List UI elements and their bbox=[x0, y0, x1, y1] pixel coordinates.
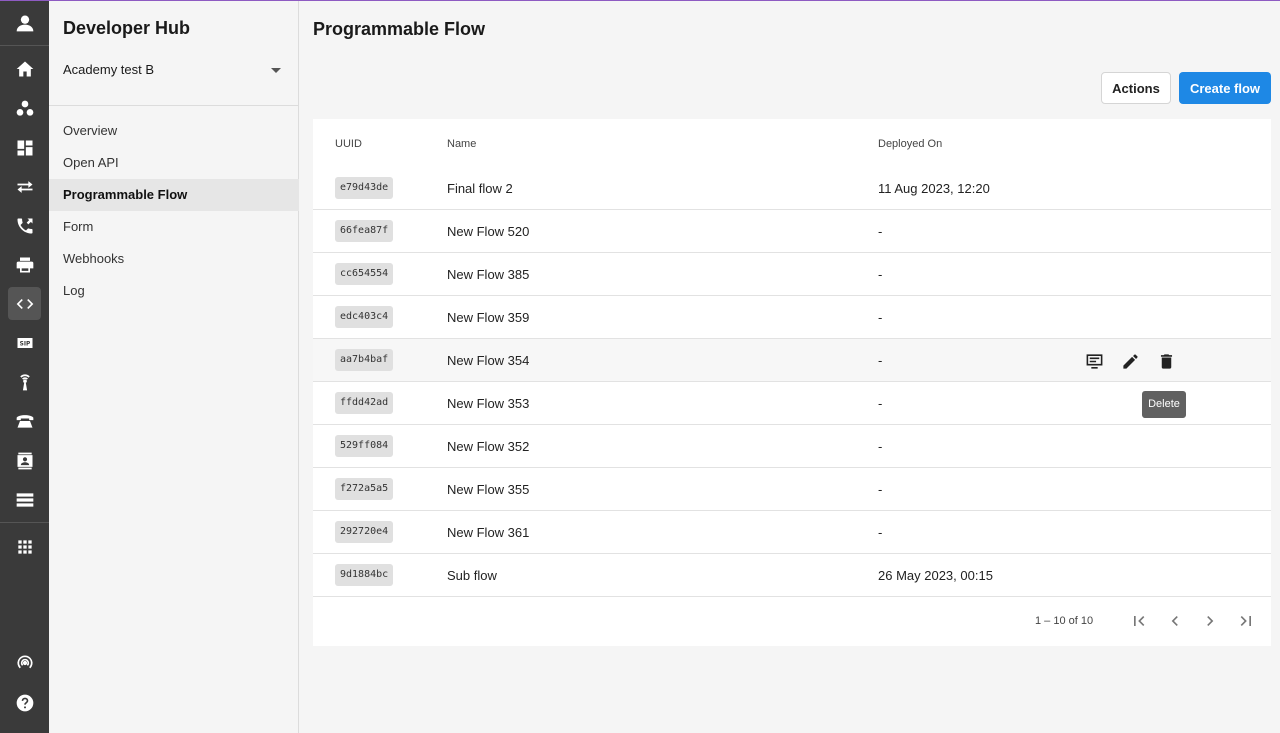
code-icon[interactable] bbox=[8, 287, 41, 320]
deployed-on: - bbox=[878, 482, 883, 497]
flow-name: New Flow 354 bbox=[447, 353, 530, 368]
table-row[interactable]: ffdd42ad New Flow 353 - bbox=[313, 382, 1271, 425]
uuid-chip: 292720e4 bbox=[335, 521, 394, 543]
table-row[interactable]: 9d1884bc Sub flow 26 May 2023, 00:15 bbox=[313, 554, 1271, 597]
next-page-icon[interactable] bbox=[1198, 609, 1222, 633]
broadcast-icon[interactable] bbox=[8, 365, 41, 398]
row-actions bbox=[1083, 350, 1177, 372]
flow-table: UUID Name Deployed On e79d43de Final flow… bbox=[313, 119, 1271, 646]
account-name: Academy test B bbox=[63, 62, 155, 77]
deployed-on: - bbox=[878, 267, 883, 282]
sidebar-title: Developer Hub bbox=[63, 18, 191, 38]
uuid-chip: ffdd42ad bbox=[335, 392, 394, 414]
flow-name: Sub flow bbox=[447, 568, 497, 583]
edit-icon[interactable] bbox=[1119, 350, 1141, 372]
sidebar-item-programmable-flow[interactable]: Programmable Flow bbox=[49, 179, 299, 211]
table-row[interactable]: 292720e4 New Flow 361 - bbox=[313, 511, 1271, 554]
uuid-chip: cc654554 bbox=[335, 263, 394, 285]
print-icon[interactable] bbox=[8, 248, 41, 281]
sidebar-item-log[interactable]: Log bbox=[49, 275, 299, 307]
column-header-name: Name bbox=[447, 138, 477, 150]
pager-range: 1 – 10 of 10 bbox=[1035, 615, 1094, 627]
flow-name: Final flow 2 bbox=[447, 181, 513, 196]
top-accent-line bbox=[0, 0, 1280, 1]
actions-button[interactable]: Actions bbox=[1101, 72, 1171, 104]
sidebar: Developer Hub Academy test B Overview Op… bbox=[49, 0, 299, 733]
flow-name: New Flow 520 bbox=[447, 224, 530, 239]
table-row[interactable]: f272a5a5 New Flow 355 - bbox=[313, 468, 1271, 511]
prev-page-icon[interactable] bbox=[1163, 609, 1187, 633]
uuid-chip: e79d43de bbox=[335, 177, 394, 199]
deployed-on: - bbox=[878, 525, 883, 540]
contact-icon[interactable] bbox=[8, 444, 41, 477]
create-flow-button[interactable]: Create flow bbox=[1179, 72, 1271, 104]
first-page-icon[interactable] bbox=[1127, 609, 1151, 633]
uuid-chip: aa7b4baf bbox=[335, 349, 394, 371]
flow-name: New Flow 385 bbox=[447, 267, 530, 282]
app-rail: SIP bbox=[0, 0, 49, 733]
column-header-uuid: UUID bbox=[335, 138, 362, 150]
deployed-on: - bbox=[878, 224, 883, 239]
delete-tooltip: Delete bbox=[1142, 391, 1186, 418]
deployed-on: 11 Aug 2023, 12:20 bbox=[878, 181, 990, 196]
paginator: 1 – 10 of 10 bbox=[313, 597, 1271, 645]
sidebar-divider bbox=[49, 105, 299, 106]
flow-name: New Flow 355 bbox=[447, 482, 530, 497]
telephone-icon[interactable] bbox=[8, 404, 41, 437]
uuid-chip: 9d1884bc bbox=[335, 564, 394, 586]
uuid-chip: 66fea87f bbox=[335, 220, 394, 242]
last-page-icon[interactable] bbox=[1234, 609, 1258, 633]
table-row[interactable]: e79d43de Final flow 2 11 Aug 2023, 12:20 bbox=[313, 167, 1271, 210]
sidebar-item-form[interactable]: Form bbox=[49, 211, 299, 243]
flow-name: New Flow 361 bbox=[447, 525, 530, 540]
uuid-chip: 529ff084 bbox=[335, 435, 394, 457]
rail-divider bbox=[0, 522, 49, 523]
uuid-chip: f272a5a5 bbox=[335, 478, 394, 500]
flow-name: New Flow 352 bbox=[447, 439, 530, 454]
sidebar-item-overview[interactable]: Overview bbox=[49, 115, 299, 147]
table-row[interactable]: 529ff084 New Flow 352 - bbox=[313, 425, 1271, 468]
sidebar-item-webhooks[interactable]: Webhooks bbox=[49, 243, 299, 275]
delete-icon[interactable] bbox=[1155, 350, 1177, 372]
rail-divider bbox=[0, 45, 49, 46]
table-row[interactable]: cc654554 New Flow 385 - bbox=[313, 253, 1271, 296]
deployed-on: - bbox=[878, 310, 883, 325]
deployed-on: - bbox=[878, 439, 883, 454]
server-icon[interactable] bbox=[8, 483, 41, 516]
help-icon[interactable] bbox=[8, 686, 41, 719]
sidebar-nav: Overview Open API Programmable Flow Form… bbox=[49, 115, 299, 307]
monitor-icon[interactable] bbox=[1083, 350, 1105, 372]
svg-text:SIP: SIP bbox=[19, 341, 30, 347]
main-content: Programmable Flow Actions Create flow UU… bbox=[299, 0, 1280, 733]
apps-icon[interactable] bbox=[8, 530, 41, 563]
home-icon[interactable] bbox=[8, 52, 41, 85]
flow-name: New Flow 359 bbox=[447, 310, 530, 325]
signal-icon[interactable] bbox=[8, 646, 41, 679]
table-row[interactable]: aa7b4baf New Flow 354 - bbox=[313, 339, 1271, 382]
deployed-on: - bbox=[878, 396, 883, 411]
dashboard-icon[interactable] bbox=[8, 131, 41, 164]
flow-name: New Flow 353 bbox=[447, 396, 530, 411]
table-row[interactable]: 66fea87f New Flow 520 - bbox=[313, 210, 1271, 253]
profile-icon[interactable] bbox=[8, 6, 41, 39]
groups-icon[interactable] bbox=[8, 92, 41, 125]
table-row[interactable]: edc403c4 New Flow 359 - bbox=[313, 296, 1271, 339]
deployed-on: - bbox=[878, 353, 883, 368]
account-selector[interactable]: Academy test B bbox=[63, 62, 285, 80]
sip-icon[interactable]: SIP bbox=[8, 326, 41, 359]
column-header-deployed-on: Deployed On bbox=[878, 138, 943, 150]
sidebar-item-open-api[interactable]: Open API bbox=[49, 147, 299, 179]
uuid-chip: edc403c4 bbox=[335, 306, 394, 328]
transfer-icon[interactable] bbox=[8, 170, 41, 203]
chevron-down-icon bbox=[271, 68, 281, 73]
phone-forward-icon[interactable] bbox=[8, 209, 41, 242]
deployed-on: 26 May 2023, 00:15 bbox=[878, 568, 993, 583]
page-title: Programmable Flow bbox=[313, 19, 486, 39]
